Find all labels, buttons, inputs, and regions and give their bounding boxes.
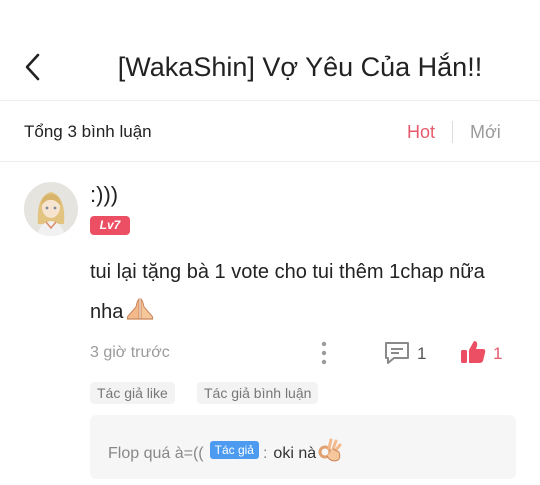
more-vertical-icon: [321, 341, 327, 365]
avatar-image: [24, 182, 78, 236]
more-options-button[interactable]: [316, 340, 332, 366]
reply-separator: :: [262, 444, 268, 462]
thumbs-up-icon: [461, 341, 486, 363]
reply-content: oki nà: [273, 444, 317, 462]
level-badge: Lv7: [90, 216, 130, 235]
back-button[interactable]: [20, 50, 50, 84]
page-title: [WakaShin] Vợ Yêu Của Hắn!!: [117, 52, 483, 82]
like-button[interactable]: [459, 338, 487, 366]
comment-username[interactable]: :))): [90, 182, 118, 208]
header: [WakaShin] Vợ Yêu Của Hắn!!: [0, 0, 540, 101]
sort-divider: [452, 121, 453, 143]
sort-hot-tab[interactable]: Hot: [407, 122, 435, 143]
folded-hands-icon: [124, 295, 156, 335]
like-count: 1: [493, 344, 503, 363]
comment-icon: [385, 342, 409, 364]
tag-author-comment: Tác giả bình luận: [197, 382, 319, 404]
reply-count: 1: [417, 344, 427, 363]
author-badge: Tác giả: [209, 440, 259, 459]
reply-box[interactable]: Flop quá à=(( Tác giả : oki nà: [90, 415, 516, 479]
avatar[interactable]: [24, 182, 78, 236]
ok-hand-icon: [317, 437, 343, 470]
reply-prefix: Flop quá à=((: [108, 444, 204, 462]
reply-line: Flop quá à=(( Tác giả : oki nà: [108, 437, 343, 470]
reply-button[interactable]: [383, 340, 411, 366]
comment-time: 3 giờ trước: [90, 344, 170, 361]
sort-new-tab[interactable]: Mới: [470, 122, 501, 143]
sort-bar: Tổng 3 bình luận Hot Mới: [0, 102, 540, 162]
comments-screen: [WakaShin] Vợ Yêu Của Hắn!! Tổng 3 bình …: [0, 0, 540, 485]
comment-total: Tổng 3 bình luận: [24, 122, 152, 141]
chevron-left-icon: [25, 53, 40, 81]
comment-text: tui lại tặng bà 1 vote cho tui thêm 1cha…: [90, 252, 520, 335]
tag-author-like: Tác giả like: [90, 382, 175, 404]
